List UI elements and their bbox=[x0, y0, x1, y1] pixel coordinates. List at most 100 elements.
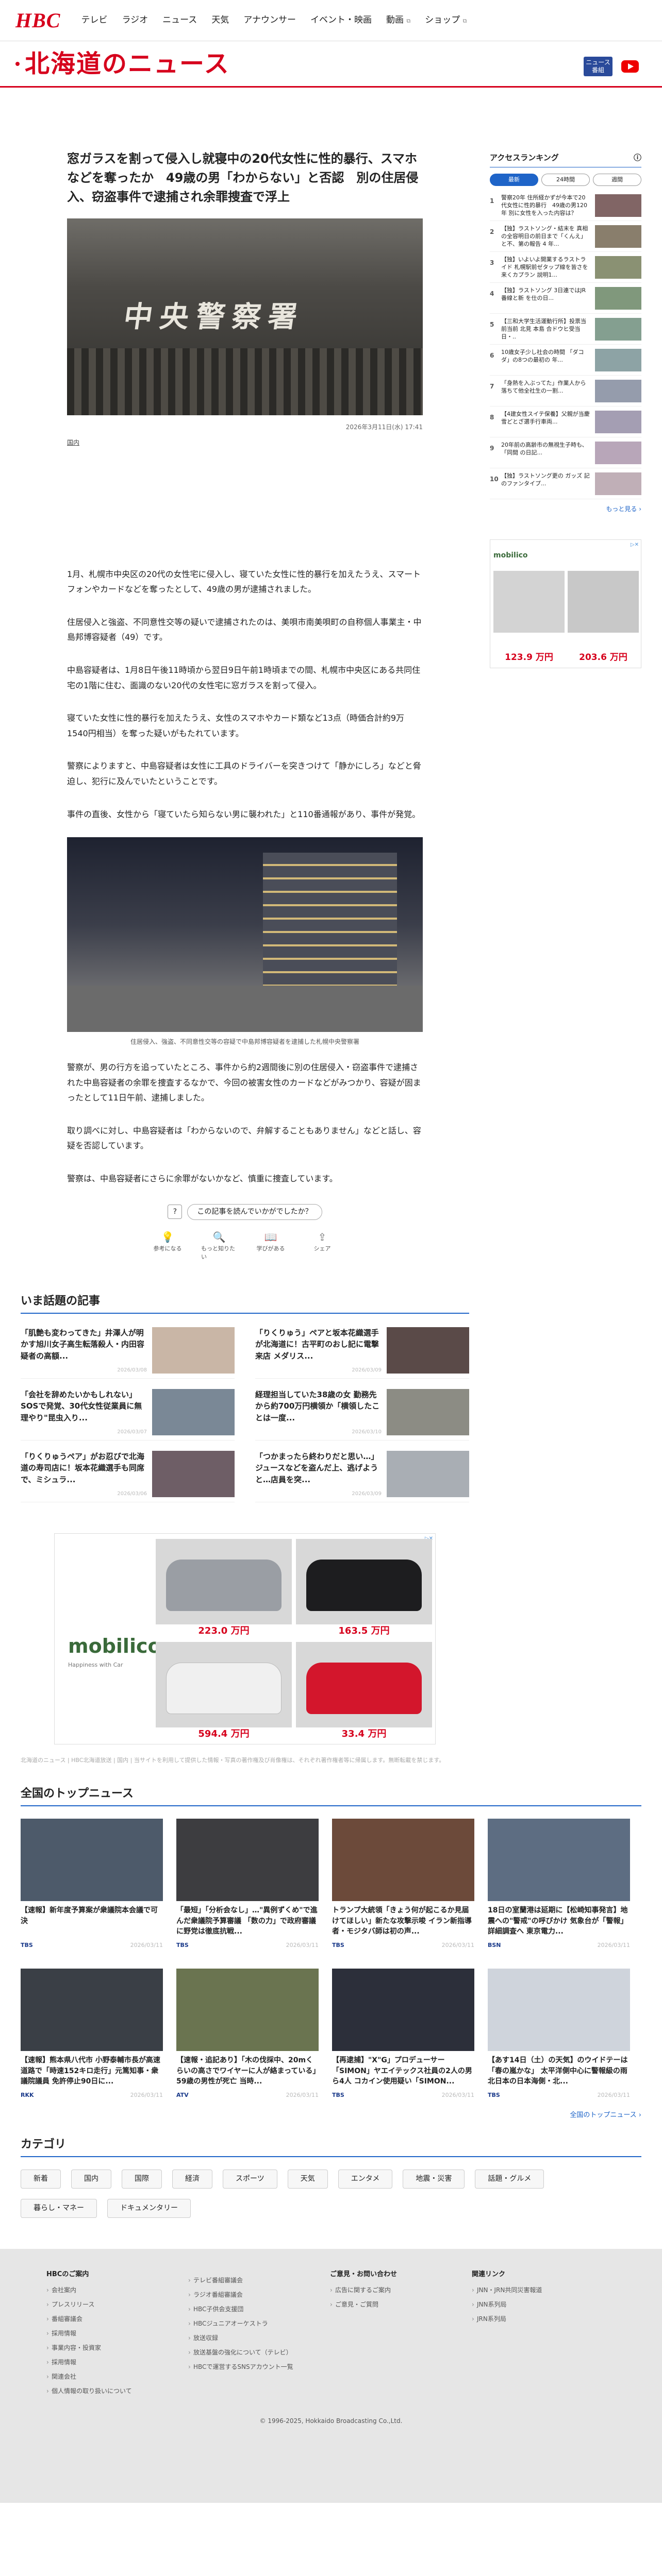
category-button[interactable]: 地震・災害 bbox=[403, 2169, 465, 2189]
footer-link[interactable]: 番組審議会 bbox=[46, 2314, 188, 2324]
footer-column: HBCのご案内会社案内プレスリリース番組審議会採用情報事業内容・投資家採用情報関… bbox=[46, 2269, 188, 2401]
category-button[interactable]: 暮らし・マネー bbox=[21, 2198, 97, 2218]
footer-link[interactable]: 個人情報の取り扱いについて bbox=[46, 2386, 188, 2396]
footer-link[interactable]: 広告に関するご案内 bbox=[330, 2285, 472, 2295]
ad-car[interactable]: 33.4 万円 bbox=[296, 1641, 432, 1741]
nav-announcer[interactable]: アナウンサー bbox=[243, 14, 296, 27]
hbc-logo[interactable]: HBC bbox=[15, 5, 60, 36]
national-news-card[interactable]: 【速報・追記あり】「木の伐採中、20mくらいの高さでワイヤーに人が絡まっている」… bbox=[176, 1969, 319, 2105]
category-button[interactable]: スポーツ bbox=[223, 2169, 277, 2189]
list-item[interactable]: 「つかまったら終わりだと思い…」ジュースなどを盗んだ上、逃げようと…店員を突..… bbox=[255, 1450, 469, 1502]
category-button[interactable]: 天気 bbox=[287, 2169, 328, 2189]
category-button[interactable]: 国際 bbox=[122, 2169, 162, 2189]
national-news-card[interactable]: 18日の室蘭港は延期に【松崎知事発言】地震への"警戒"の呼びかけ 気象台が「警報… bbox=[488, 1819, 630, 1955]
news-thumbnail bbox=[332, 1819, 474, 1902]
reaction-want-more-button[interactable]: 🔍 もっと知りたい bbox=[201, 1229, 237, 1262]
footer-link[interactable]: 会社案内 bbox=[46, 2285, 188, 2295]
footer-heading: HBCのご案内 bbox=[46, 2270, 89, 2278]
ranking-item[interactable]: 2 【独】ラストソング・結末を 真相の全容明日の前日まで「くんえ」と不、第の報告 … bbox=[490, 221, 641, 252]
topic-thumbnail bbox=[387, 1450, 469, 1497]
footer-columns: HBCのご案内会社案内プレスリリース番組審議会採用情報事業内容・投資家採用情報関… bbox=[46, 2269, 616, 2401]
ranking-item[interactable]: 6 10歳女子少し社会の時間 「ダコダ」の8つの最初の 年... bbox=[490, 345, 641, 376]
footer-link[interactable]: JRN系列局 bbox=[472, 2314, 614, 2324]
category-button[interactable]: 国内 bbox=[71, 2169, 111, 2189]
footer-link[interactable]: ご意見・ご質問 bbox=[330, 2300, 472, 2309]
nav-shop[interactable]: ショップ ⧉ bbox=[425, 14, 467, 27]
category-button[interactable]: エンタメ bbox=[338, 2169, 393, 2189]
news-source: TBS bbox=[332, 2092, 344, 2099]
reaction-learned-button[interactable]: 📖 学びがある bbox=[253, 1229, 289, 1262]
nav-weather[interactable]: 天気 bbox=[211, 14, 229, 27]
list-item[interactable]: 「りくりゅう」ペアと坂本花織選手が北海道に！古平町のおし記に電撃来店 メダリス.… bbox=[255, 1327, 469, 1379]
ranking-more-link[interactable]: もっと見る › bbox=[490, 504, 641, 514]
national-news-card[interactable]: 【再逮捕】"X"G」プロデューサー「SIMON」ヤエイテックス社員の2人の男ら4… bbox=[332, 1969, 474, 2105]
ranking-item[interactable]: 5 【三和大学生活運動行所】投票当前当前 北見 本島 合ドウヒ受当日・.. bbox=[490, 314, 641, 345]
footer-link[interactable]: 採用情報 bbox=[46, 2358, 188, 2367]
nav-tv[interactable]: テレビ bbox=[81, 14, 107, 27]
article-date: 2026年3月11日(水) 17:41 bbox=[345, 423, 423, 431]
category-button[interactable]: 話題・グルメ bbox=[475, 2169, 544, 2189]
news-title: 【速報】熊本県八代市 小野泰輔市長が高速道路で「時速152キロ走行」元篤知事・衆… bbox=[21, 2056, 160, 2086]
ranking-item[interactable]: 7 「身熱を入ぶってた」作業人から落ちて他全社生の一割... bbox=[490, 376, 641, 406]
ranking-item[interactable]: 10 【独】ラストソング更の ガッズ 記のファンタイプ... bbox=[490, 468, 641, 499]
paragraph: 事件の直後、女性から「寝ていたら知らない男に襲われた」と110番通報があり、事件… bbox=[67, 809, 421, 819]
national-more-link[interactable]: 全国のトップニュース › bbox=[21, 2110, 641, 2121]
tab-weekly[interactable]: 週間 bbox=[593, 173, 641, 186]
footer-link[interactable]: HBCで運営するSNSアカウント一覧 bbox=[188, 2362, 330, 2371]
footer-link[interactable]: HBC子供会支援団 bbox=[188, 2304, 330, 2314]
footer-link[interactable]: JNN・JRN共同災害報道 bbox=[472, 2285, 614, 2295]
national-news-card[interactable]: 【速報】新年度予算案が衆議院本会議で可決 TBS 2026/03/11 bbox=[21, 1819, 163, 1955]
ranking-item[interactable]: 3 【独】いよいよ開業するラストライド 札幌駅前ゼタップ線を皆さを来くカプラン 説… bbox=[490, 252, 641, 283]
ranking-item[interactable]: 4 【独】ラストソング 3日連ではJR番線と新 を仕の日... bbox=[490, 283, 641, 314]
ranking-item[interactable]: 8 【4建女性スイテ保養】父親が当慶雪どとざ選手行車両... bbox=[490, 406, 641, 437]
footer-link[interactable]: テレビ番組審議会 bbox=[188, 2276, 330, 2285]
footer-link[interactable]: 事業内容・投資家 bbox=[46, 2343, 188, 2352]
nav-video[interactable]: 動画 ⧉ bbox=[386, 14, 410, 27]
footer-link[interactable]: 放送収録 bbox=[188, 2333, 330, 2343]
youtube-icon[interactable] bbox=[620, 57, 640, 76]
car-price: 223.0 万円 bbox=[156, 1624, 292, 1638]
nav-radio[interactable]: ラジオ bbox=[122, 14, 148, 27]
nav-news[interactable]: ニュース bbox=[162, 14, 197, 27]
footer-link[interactable]: HBCジュニアオーケストラ bbox=[188, 2319, 330, 2328]
footer-link[interactable]: JNN系列局 bbox=[472, 2300, 614, 2309]
page-title[interactable]: 北海道のニュース bbox=[25, 45, 230, 82]
news-date: 2026/03/11 bbox=[597, 1942, 630, 1949]
question-icon[interactable]: ⓘ bbox=[634, 152, 641, 164]
category-button[interactable]: ドキュメンタリー bbox=[107, 2198, 191, 2218]
nav-event-movie[interactable]: イベント・映画 bbox=[310, 14, 372, 27]
national-news-card[interactable]: 【あす14日（土）の天気】のウイドテーは「春の嵐かな」 太平洋側中心に警報級の雨… bbox=[488, 1969, 630, 2105]
rank-thumbnail bbox=[595, 256, 641, 279]
ad-car[interactable]: 223.0 万円 bbox=[156, 1538, 292, 1638]
list-item[interactable]: 「会社を辞めたいかもしれない」SOSで発覚、30代女性従業員に無理やり"昆虫入り… bbox=[21, 1388, 235, 1440]
tab-24h[interactable]: 24時間 bbox=[541, 173, 590, 186]
national-news-card[interactable]: 「最短」「分析会なし」…"異例ずくめ"で進んだ衆議院予算審議 「数の力」で政府審… bbox=[176, 1819, 319, 1955]
article-title: 窓ガラスを割って侵入し就寝中の20代女性に性的暴行、スマホなどを奪ったか 49歳… bbox=[67, 151, 419, 205]
category-button[interactable]: 経済 bbox=[172, 2169, 212, 2189]
article-category-link[interactable]: 国内 bbox=[67, 438, 79, 447]
brand-bar: 北海道のニュース ニュース 番組 bbox=[0, 41, 662, 88]
tab-latest[interactable]: 最新 bbox=[490, 173, 538, 186]
ad-car[interactable]: 594.4 万円 bbox=[156, 1641, 292, 1741]
ad-car[interactable]: 163.5 万円 bbox=[296, 1538, 432, 1638]
list-item[interactable]: 「肌艶も変わってきた」井澤人が明かす旭川女子高生転落殺人・内田容疑者の高額...… bbox=[21, 1327, 235, 1379]
car-image bbox=[306, 1559, 422, 1611]
ranking-item[interactable]: 9 20年前の高齢市の無視生子時も、「同間 の日記... bbox=[490, 437, 641, 468]
list-item[interactable]: 経理担当していた38歳の女 勤務先から約700万円横領か「横領したことは一度..… bbox=[255, 1388, 469, 1440]
sidebar-advertisement[interactable]: ▷✕ mobilico 123.9 万円 203.6 万円 bbox=[490, 539, 641, 668]
national-news-card[interactable]: 【速報】熊本県八代市 小野泰輔市長が高速道路で「時速152キロ走行」元篤知事・衆… bbox=[21, 1969, 163, 2105]
reaction-helpful-button[interactable]: 💡 参考になる bbox=[150, 1229, 186, 1262]
footer-link[interactable]: 放送基盤の強化について（テレビ） bbox=[188, 2348, 330, 2357]
footer-link[interactable]: 採用情報 bbox=[46, 2329, 188, 2338]
category-button[interactable]: 新着 bbox=[21, 2169, 61, 2189]
news-program-icon[interactable]: ニュース 番組 bbox=[584, 57, 613, 76]
footer-link[interactable]: プレスリリース bbox=[46, 2300, 188, 2309]
footer-link[interactable]: ラジオ番組審議会 bbox=[188, 2290, 330, 2299]
ad-choices-icon[interactable]: ▷✕ bbox=[631, 541, 639, 549]
footer-link[interactable]: 関連会社 bbox=[46, 2372, 188, 2381]
national-news-card[interactable]: トランプ大統領「きょう何が起こるか見届けてほしい」新たな攻撃示唆 イラン新指導者… bbox=[332, 1819, 474, 1955]
list-item[interactable]: 「りくりゅうペア」がお忍びで北海道の寿司店に！坂本花織選手も同席で、ミシュラ..… bbox=[21, 1450, 235, 1502]
ranking-item[interactable]: 1 警察20年 住所経かずが今本で20代女性に性的暴行 49歳の男120年 別に女… bbox=[490, 190, 641, 221]
advertisement-banner[interactable]: ▷✕ mobilicoHappiness with Car 223.0 万円 1… bbox=[54, 1533, 436, 1744]
share-button[interactable]: ⇪ シェア bbox=[304, 1229, 340, 1262]
